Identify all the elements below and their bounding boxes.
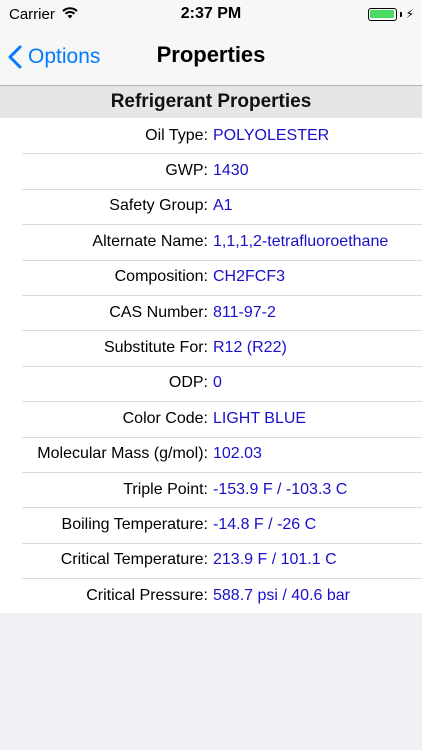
property-row-critical-pressure: Critical Pressure: 588.7 psi / 40.6 bar [0, 578, 422, 613]
property-value: R12 (R22) [213, 339, 287, 357]
charging-icon: ⚡ [405, 7, 414, 21]
property-row-alternate-name: Alternate Name: 1,1,1,2-tetrafluoroethan… [0, 224, 422, 259]
property-value: -153.9 F / -103.3 C [213, 480, 348, 498]
navigation-bar: Options Properties [0, 30, 422, 86]
property-label: Molecular Mass (g/mol): [37, 445, 208, 463]
property-label: Critical Temperature: [60, 551, 208, 569]
property-label: CAS Number: [109, 303, 208, 321]
property-value: 102.03 [213, 445, 262, 463]
page-title: Properties [156, 42, 266, 67]
property-row-color-code: Color Code: LIGHT BLUE [0, 401, 422, 436]
property-value: POLYOLESTER [213, 126, 330, 144]
section-header: Refrigerant Properties [0, 86, 422, 118]
property-label: ODP: [168, 374, 208, 392]
status-time: 2:37 PM [180, 5, 242, 22]
property-row-oil-type: Oil Type: POLYOLESTER [0, 118, 422, 153]
property-row-triple-point: Triple Point: -153.9 F / -103.3 C [0, 471, 422, 507]
property-row-critical-temperature: Critical Temperature: 213.9 F / 101.1 C [0, 542, 422, 578]
property-value: 1,1,1,2-tetrafluoroethane [213, 232, 389, 250]
property-row-boiling-temperature: Boiling Temperature: -14.8 F / -26 C [0, 507, 422, 542]
property-label: Oil Type: [145, 126, 208, 144]
property-row-odp: ODP: 0 [0, 365, 422, 401]
property-value: 588.7 psi / 40.6 bar [213, 586, 350, 604]
battery-cap [399, 11, 402, 17]
property-value: 0 [213, 374, 222, 392]
property-label: Composition: [114, 268, 208, 286]
property-value: CH2FCF3 [213, 268, 286, 286]
property-row-substitute-for: Substitute For: R12 (R22) [0, 330, 422, 365]
property-label: Safety Group: [109, 197, 208, 215]
property-label: Alternate Name: [92, 232, 208, 250]
property-value: A1 [213, 197, 233, 215]
property-row-gwp: GWP: 1430 [0, 153, 422, 188]
property-row-molecular-mass: Molecular Mass (g/mol): 102.03 [0, 436, 422, 472]
property-label: Critical Pressure: [86, 586, 208, 604]
status-bar: Carrier 2:37 PM ⚡ [0, 0, 422, 30]
property-label: Boiling Temperature: [61, 515, 208, 533]
property-label: Color Code: [122, 409, 208, 427]
property-row-cas-number: CAS Number: 811-97-2 [0, 294, 422, 330]
property-value: -14.8 F / -26 C [213, 515, 317, 533]
property-row-composition: Composition: CH2FCF3 [0, 259, 422, 295]
battery-icon [367, 7, 397, 21]
property-value: LIGHT BLUE [213, 409, 307, 427]
property-row-safety-group: Safety Group: A1 [0, 188, 422, 224]
property-value: 213.9 F / 101.1 C [213, 551, 337, 569]
status-right: ⚡ [367, 7, 414, 21]
properties-table: Oil Type: POLYOLESTER GWP: 1430 Safety G… [0, 118, 422, 614]
property-value: 811-97-2 [213, 303, 276, 321]
property-label: GWP: [165, 162, 208, 180]
property-label: Substitute For: [103, 339, 208, 357]
property-label: Triple Point: [123, 480, 208, 498]
property-value: 1430 [213, 162, 249, 180]
